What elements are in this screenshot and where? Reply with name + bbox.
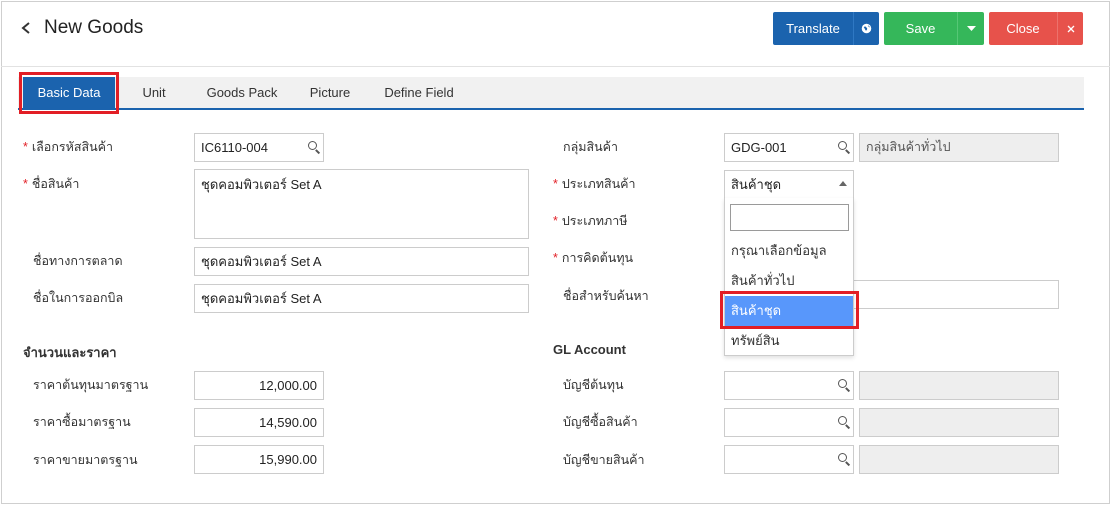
- tab-highlight-box: [19, 72, 119, 114]
- marketing-name-input[interactable]: ชุดคอมพิวเตอร์ Set A: [194, 247, 529, 276]
- search-icon[interactable]: [838, 379, 850, 391]
- dropdown-option-please-select[interactable]: กรุณาเลือกข้อมูล: [725, 236, 853, 266]
- qty-price-section-title: จำนวนและราคา: [23, 345, 117, 360]
- goods-code-label: * เลือกรหัสสินค้า: [23, 140, 114, 154]
- tab-unit[interactable]: Unit: [128, 77, 180, 108]
- dropdown-search-input[interactable]: [730, 204, 849, 231]
- purchase-account-name-display: [859, 408, 1059, 437]
- cost-account-label: บัญชีต้นทุน: [563, 378, 624, 392]
- chevron-left-icon[interactable]: [20, 18, 38, 40]
- search-icon[interactable]: [308, 141, 320, 153]
- std-sell-label: ราคาขายมาตรฐาน: [33, 453, 138, 467]
- std-buy-label: ราคาซื้อมาตรฐาน: [33, 415, 131, 429]
- tab-define-field[interactable]: Define Field: [378, 77, 460, 108]
- goods-name-textarea[interactable]: ชุดคอมพิวเตอร์ Set A: [194, 169, 529, 239]
- goods-code-input[interactable]: IC6110-004: [194, 133, 324, 162]
- billing-name-input[interactable]: ชุดคอมพิวเตอร์ Set A: [194, 284, 529, 313]
- caret-down-icon[interactable]: [957, 12, 984, 45]
- search-icon[interactable]: [838, 416, 850, 428]
- std-buy-input[interactable]: 14,590.00: [194, 408, 324, 437]
- gl-account-section-title: GL Account: [553, 342, 626, 357]
- translate-button[interactable]: Translate: [773, 12, 853, 45]
- goods-group-name-display: กลุ่มสินค้าทั่วไป: [859, 133, 1059, 162]
- page-title: New Goods: [44, 17, 144, 38]
- cost-account-input[interactable]: [724, 371, 854, 400]
- std-sell-input[interactable]: 15,990.00: [194, 445, 324, 474]
- tab-bar: Basic Data Unit Goods Pack Picture Defin…: [18, 77, 1084, 110]
- tab-goods-pack[interactable]: Goods Pack: [202, 77, 282, 108]
- tab-picture[interactable]: Picture: [302, 77, 358, 108]
- purchase-account-label: บัญชีซื้อสินค้า: [563, 415, 638, 429]
- chevron-up-icon[interactable]: [839, 181, 847, 186]
- goods-type-select[interactable]: สินค้าชุด: [724, 170, 854, 199]
- goods-group-input[interactable]: GDG-001: [724, 133, 854, 162]
- globe-icon[interactable]: [853, 12, 879, 45]
- tax-type-label: * ประเภทภาษี: [553, 214, 628, 228]
- std-cost-label: ราคาต้นทุนมาตรฐาน: [33, 378, 149, 392]
- close-icon[interactable]: [1057, 12, 1083, 45]
- header-divider: [1, 66, 1110, 67]
- goods-name-label: * ชื่อสินค้า: [23, 177, 80, 191]
- dropdown-option-asset[interactable]: ทรัพย์สิน: [725, 326, 853, 356]
- marketing-name-label: ชื่อทางการตลาด: [33, 254, 123, 268]
- costing-label: * การคิดต้นทุน: [553, 251, 634, 265]
- search-icon[interactable]: [838, 141, 850, 153]
- goods-type-label: * ประเภทสินค้า: [553, 177, 636, 191]
- sales-account-label: บัญชีขายสินค้า: [563, 453, 645, 467]
- goods-type-dropdown: กรุณาเลือกข้อมูล สินค้าทั่วไป สินค้าชุด …: [724, 198, 854, 356]
- goods-group-label: กลุ่มสินค้า: [563, 140, 619, 154]
- cost-account-name-display: [859, 371, 1059, 400]
- close-button[interactable]: Close: [989, 12, 1057, 45]
- billing-name-label: ชื่อในการออกบิล: [33, 291, 124, 305]
- sales-account-input[interactable]: [724, 445, 854, 474]
- purchase-account-input[interactable]: [724, 408, 854, 437]
- search-icon[interactable]: [838, 453, 850, 465]
- dropdown-highlight-box: [720, 291, 859, 329]
- save-button[interactable]: Save: [884, 12, 957, 45]
- sales-account-name-display: [859, 445, 1059, 474]
- std-cost-input[interactable]: 12,000.00: [194, 371, 324, 400]
- search-name-label: ชื่อสำหรับค้นหา: [563, 289, 649, 303]
